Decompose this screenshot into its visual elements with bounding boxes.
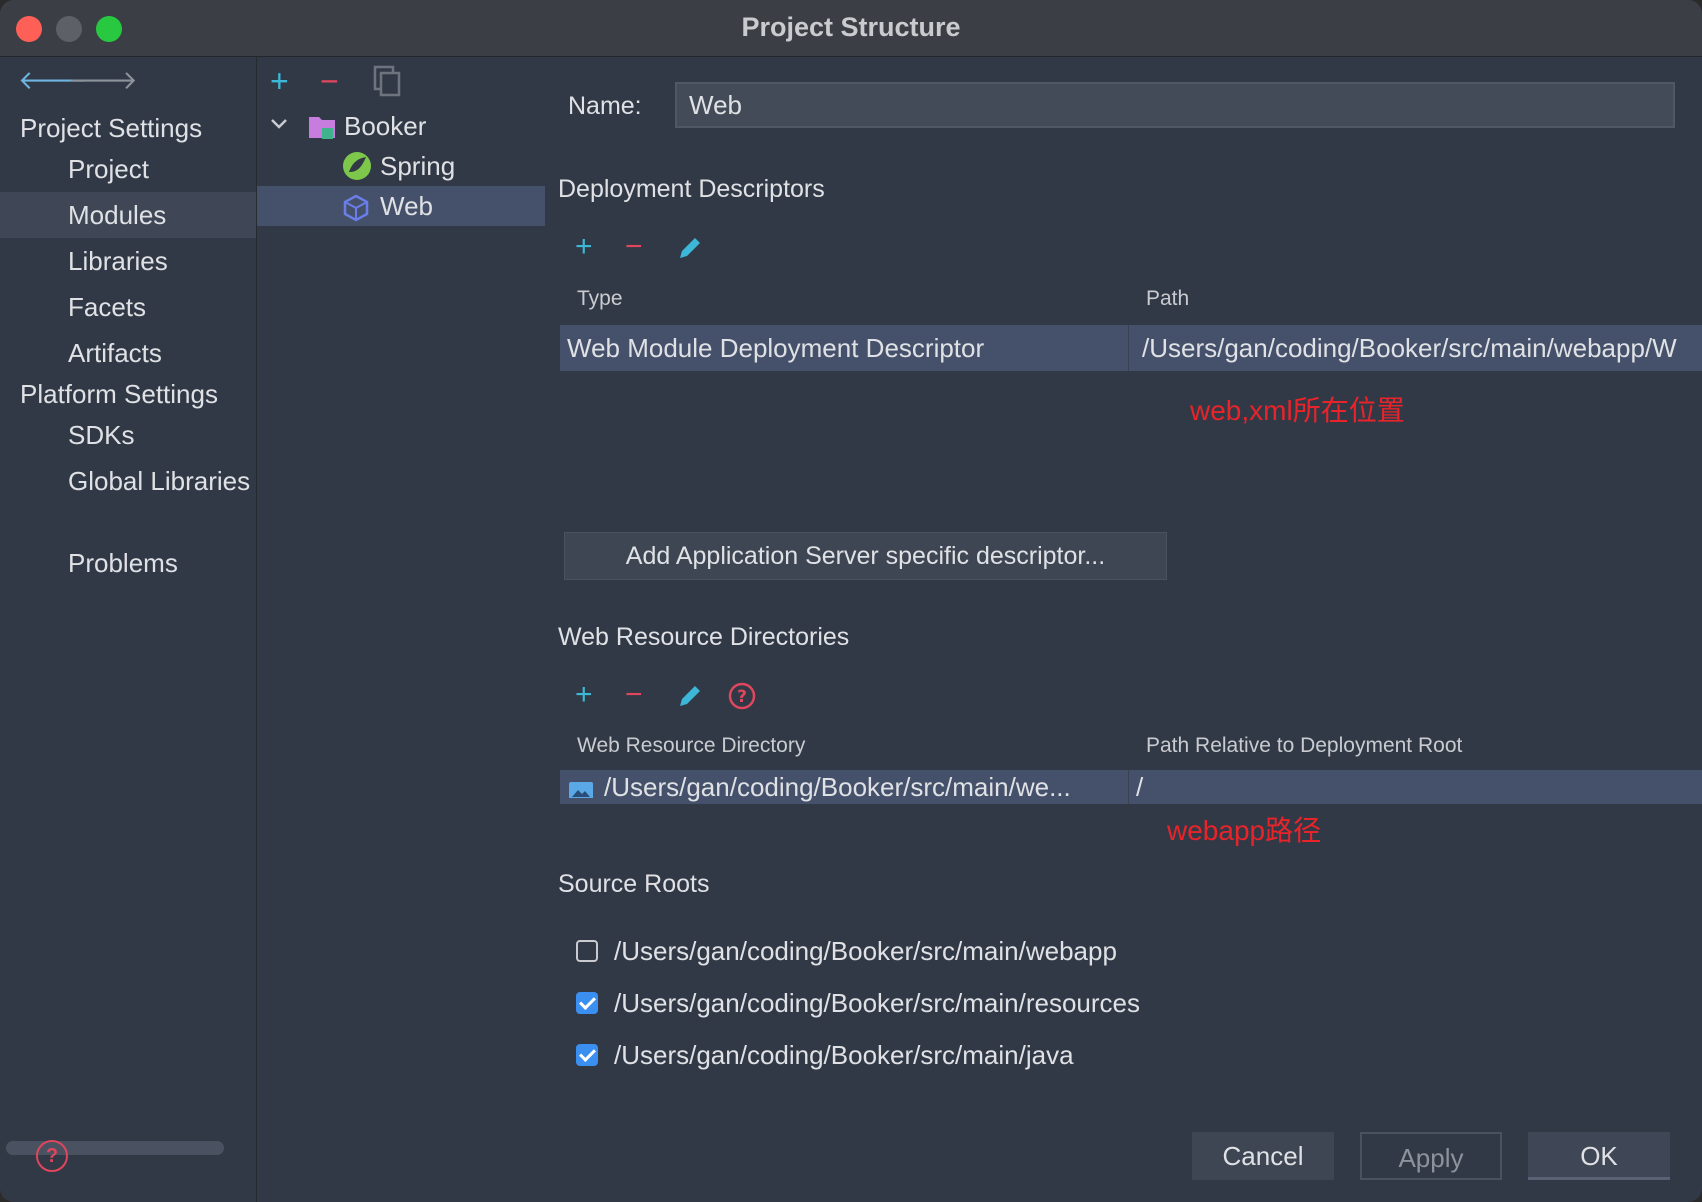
sidebar-item-global-libraries[interactable]: Global Libraries [0, 458, 256, 504]
help-icon[interactable]: ? [36, 1140, 68, 1172]
tree-node-label: Web [380, 191, 433, 221]
remove-descriptor-button[interactable]: − [625, 232, 643, 262]
sidebar-item-problems[interactable]: Problems [0, 540, 256, 586]
tree-node-spring[interactable]: Spring [257, 146, 545, 186]
svg-text:?: ? [737, 687, 747, 707]
column-separator [1128, 325, 1129, 371]
platform-settings-heading: Platform Settings [20, 379, 218, 409]
tree-node-web[interactable]: Web [257, 186, 545, 226]
forward-arrow-icon[interactable]: 🡒 [68, 65, 138, 96]
web-resource-directories-heading: Web Resource Directories [558, 623, 850, 651]
settings-sidebar: 🡐 🡒 Project Settings Project Modules Lib… [0, 57, 257, 1202]
project-settings-heading: Project Settings [20, 113, 203, 143]
web-icon [343, 193, 369, 233]
web-xml-annotation: web,xml所在位置 [1190, 395, 1405, 426]
column-header-type: Type [577, 287, 623, 310]
tree-node-label: Spring [380, 151, 456, 181]
table-row[interactable]: /Users/gan/coding/Booker/src/main/we... … [560, 770, 1702, 804]
source-roots-heading: Source Roots [558, 870, 710, 898]
deployment-descriptors-heading: Deployment Descriptors [558, 175, 825, 203]
sidebar-item-modules[interactable]: Modules [0, 192, 256, 238]
column-header-path: Path [1146, 287, 1190, 310]
descriptor-path-cell: /Users/gan/coding/Booker/src/main/webapp… [1142, 333, 1677, 363]
folder-icon [568, 776, 594, 798]
sidebar-item-libraries[interactable]: Libraries [0, 238, 256, 284]
add-descriptor-button[interactable]: + [575, 232, 593, 262]
source-root-checkbox[interactable] [576, 992, 598, 1014]
module-tree-panel: + − Booker Spring Web [257, 57, 545, 1202]
source-root-path: /Users/gan/coding/Booker/src/main/resour… [614, 988, 1141, 1018]
add-resource-button[interactable]: + [575, 680, 593, 710]
name-label: Name: [568, 92, 642, 120]
webapp-path-annotation: webapp路径 [1167, 815, 1322, 846]
resource-directory-cell: /Users/gan/coding/Booker/src/main/we... [604, 772, 1071, 802]
sidebar-item-artifacts[interactable]: Artifacts [0, 330, 256, 376]
column-header-web-resource-directory: Web Resource Directory [577, 734, 806, 757]
add-server-descriptor-button[interactable]: Add Application Server specific descript… [564, 532, 1167, 580]
edit-resource-icon[interactable] [676, 682, 704, 716]
source-root-checkbox[interactable] [576, 1044, 598, 1066]
ok-button[interactable]: OK [1528, 1132, 1670, 1180]
tree-node-booker[interactable]: Booker [257, 106, 545, 146]
table-row[interactable]: Web Module Deployment Descriptor /Users/… [560, 325, 1702, 371]
source-root-path: /Users/gan/coding/Booker/src/main/webapp [614, 936, 1117, 966]
cancel-button[interactable]: Cancel [1192, 1132, 1334, 1180]
edit-descriptor-icon[interactable] [676, 234, 704, 268]
sidebar-item-facets[interactable]: Facets [0, 284, 256, 330]
project-structure-window: Project Structure 🡐 🡒 Project Settings P… [0, 0, 1702, 1202]
source-root-checkbox[interactable] [576, 940, 598, 962]
tree-node-label: Booker [344, 111, 427, 141]
title-bar: Project Structure [0, 0, 1702, 57]
name-field[interactable] [675, 82, 1675, 128]
remove-resource-button[interactable]: − [625, 680, 643, 710]
column-header-relative-path: Path Relative to Deployment Root [1146, 734, 1463, 757]
copy-module-icon[interactable] [373, 65, 401, 102]
column-separator [1128, 770, 1129, 804]
remove-module-button[interactable]: − [320, 65, 339, 97]
sidebar-item-sdks[interactable]: SDKs [0, 412, 256, 458]
apply-button[interactable]: Apply [1360, 1132, 1502, 1180]
help-icon[interactable]: ? [728, 682, 756, 716]
window-title: Project Structure [741, 12, 961, 42]
resource-relative-cell: / [1136, 772, 1144, 802]
add-module-button[interactable]: + [270, 65, 289, 97]
source-root-path: /Users/gan/coding/Booker/src/main/java [614, 1040, 1074, 1070]
sidebar-item-project[interactable]: Project [0, 146, 256, 192]
